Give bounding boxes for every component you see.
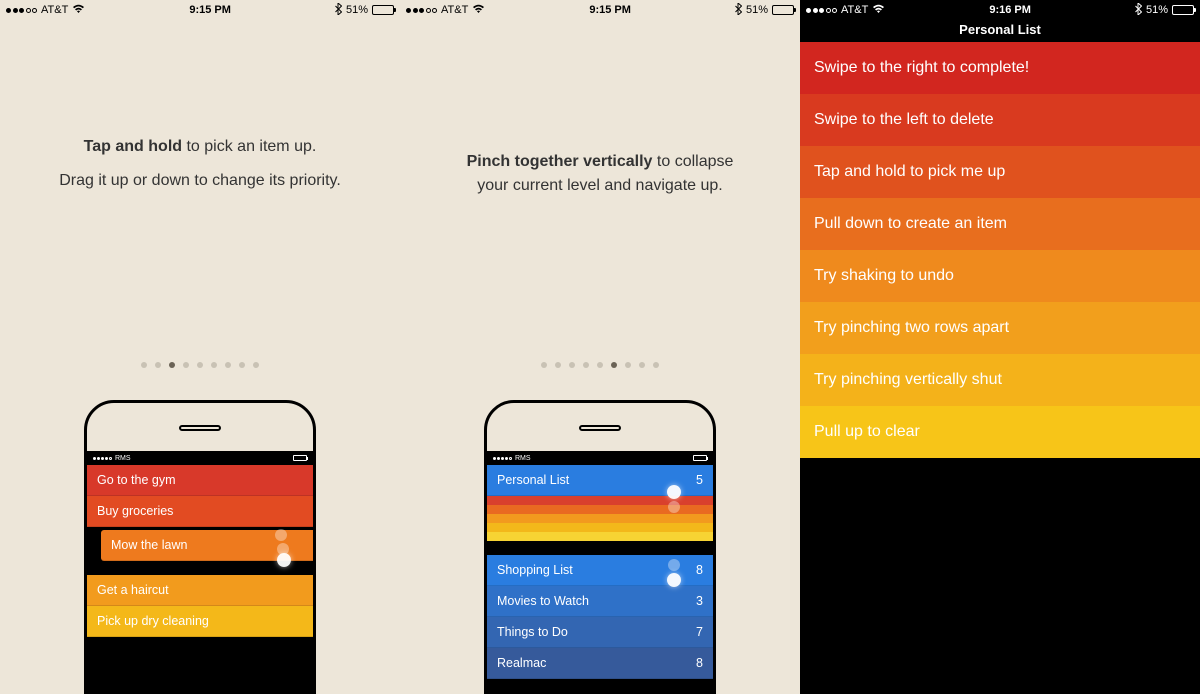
list-item[interactable]: Get a haircut [87,575,313,606]
list-item[interactable]: Swipe to the right to complete! [800,42,1200,94]
drag-knob-icon [277,553,291,567]
status-bar: AT&T 9:16 PM 51% [800,0,1200,20]
page-dot[interactable] [625,362,631,368]
list-item[interactable]: Pull up to clear [800,406,1200,458]
tutorial-text: Tap and hold to pick an item up. Drag it… [0,135,400,203]
list-item-count: 3 [696,594,703,608]
list-item[interactable]: Movies to Watch 3 [487,586,713,617]
wifi-icon [472,4,485,17]
collapsed-stripe [487,532,713,541]
pinch-knob-bottom-icon [667,573,681,587]
battery-icon [372,5,394,15]
battery-percent-label: 51% [1146,4,1168,16]
carrier-label: AT&T [41,4,68,16]
page-dot[interactable] [225,362,231,368]
list-item[interactable]: Pull down to create an item [800,198,1200,250]
battery-percent-label: 51% [346,4,368,16]
list-item[interactable]: Try pinching two rows apart [800,302,1200,354]
mini-status-bar: RMS [487,451,713,465]
page-dot[interactable] [155,362,161,368]
mini-status-bar: RMS [87,451,313,465]
status-bar: AT&T 9:15 PM 51% [0,0,400,20]
list-item[interactable]: Tap and hold to pick me up [800,146,1200,198]
list-item[interactable]: Try pinching vertically shut [800,354,1200,406]
page-dot[interactable] [569,362,575,368]
list-item[interactable]: Buy groceries [87,496,313,527]
phone-screen: RMS Personal List 5 Shopping List 8 Movies t… [487,451,713,691]
clock-label: 9:15 PM [485,4,735,16]
page-dot[interactable] [169,362,175,368]
page-dot[interactable] [239,362,245,368]
list-item-count: 8 [696,656,703,670]
tutorial-panel-2: AT&T 9:15 PM 51% Pinch together vertical… [400,0,800,694]
bluetooth-icon [1135,3,1142,18]
phone-preview: RMS Go to the gymBuy groceriesMow the la… [84,400,316,694]
tutorial-text: Pinch together vertically to collapse yo… [400,150,800,208]
bluetooth-icon [735,3,742,18]
page-dot[interactable] [541,362,547,368]
battery-icon [772,5,794,15]
list-item[interactable]: Swipe to the left to delete [800,94,1200,146]
list-item-label: Personal List [497,473,569,487]
wifi-icon [872,4,885,17]
page-dot[interactable] [253,362,259,368]
status-bar: AT&T 9:15 PM 51% [400,0,800,20]
list-item[interactable]: Go to the gym [87,465,313,496]
list-title: Personal List [800,22,1200,37]
page-dot[interactable] [597,362,603,368]
page-dot[interactable] [639,362,645,368]
battery-icon [1172,5,1194,15]
clock-label: 9:16 PM [885,4,1135,16]
tutorial-bold: Pinch together vertically [467,153,653,170]
battery-percent-label: 51% [746,4,768,16]
tutorial-panel-1: AT&T 9:15 PM 51% Tap and hold to pick an… [0,0,400,694]
page-dot[interactable] [611,362,617,368]
list-item-label: Things to Do [497,625,568,639]
page-dot[interactable] [555,362,561,368]
signal-strength-icon [406,8,437,13]
clock-label: 9:15 PM [85,4,335,16]
page-dot[interactable] [653,362,659,368]
page-dot[interactable] [211,362,217,368]
phone-screen: RMS Go to the gymBuy groceriesMow the la… [87,451,313,691]
tutorial-rest: to pick an item up. [182,138,316,155]
list-item-count: 8 [696,563,703,577]
list-item[interactable]: Realmac 8 [487,648,713,679]
phone-speaker-icon [579,425,621,431]
list-item-label: Movies to Watch [497,594,589,608]
page-dot[interactable] [197,362,203,368]
carrier-label: AT&T [841,4,868,16]
page-dot[interactable] [141,362,147,368]
list-item-label: Shopping List [497,563,573,577]
list-item-count: 7 [696,625,703,639]
tutorial-line2: Drag it up or down to change its priorit… [50,169,350,193]
list-item[interactable]: Pick up dry cleaning [87,606,313,637]
collapsed-stripe [487,514,713,523]
bluetooth-icon [335,3,342,18]
task-list[interactable]: Swipe to the right to complete!Swipe to … [800,42,1200,458]
pinch-knob-top-icon [667,485,681,499]
list-item[interactable]: Things to Do 7 [487,617,713,648]
list-item[interactable]: Try shaking to undo [800,250,1200,302]
list-item-count: 5 [696,473,703,487]
signal-strength-icon [806,8,837,13]
app-panel: AT&T 9:16 PM 51% Personal List Swipe to … [800,0,1200,694]
tutorial-bold: Tap and hold [84,138,182,155]
page-dot[interactable] [183,362,189,368]
page-indicator [400,362,800,368]
carrier-label: AT&T [441,4,468,16]
page-dot[interactable] [583,362,589,368]
list-item-label: Realmac [497,656,546,670]
page-indicator [0,362,400,368]
signal-strength-icon [6,8,37,13]
collapsed-stripe [487,523,713,532]
wifi-icon [72,4,85,17]
phone-preview: RMS Personal List 5 Shopping List 8 Movies t… [484,400,716,694]
phone-speaker-icon [179,425,221,431]
